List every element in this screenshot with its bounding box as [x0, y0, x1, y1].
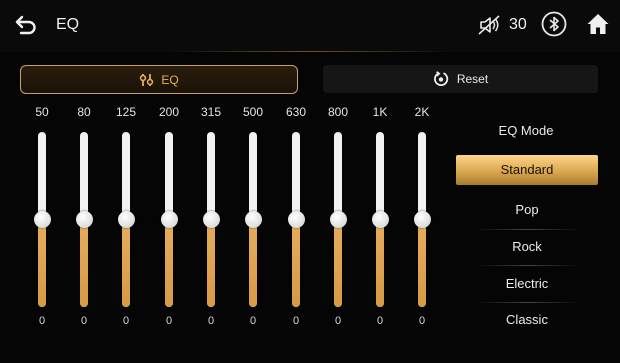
- reset-button[interactable]: Reset: [323, 65, 598, 93]
- slider-knob[interactable]: [288, 211, 305, 228]
- reset-icon: [433, 71, 448, 86]
- volume-value: 30: [509, 16, 527, 33]
- band-frequency-label: 200: [158, 105, 180, 119]
- band-gain-value: 0: [334, 315, 342, 327]
- band-slider[interactable]: 1K 0: [365, 105, 395, 333]
- slider-fill: [165, 219, 173, 307]
- band-gain-value: 0: [38, 315, 46, 327]
- slider-fill: [334, 219, 342, 307]
- equalizer-icon: [140, 73, 154, 86]
- slider-knob[interactable]: [414, 211, 431, 228]
- slider-knob[interactable]: [372, 211, 389, 228]
- slider-knob[interactable]: [203, 211, 220, 228]
- band-slider[interactable]: 800 0: [323, 105, 353, 333]
- band-frequency-label: 630: [285, 105, 307, 119]
- volume-mute-icon[interactable]: [476, 13, 502, 37]
- eq-mode-option-pop[interactable]: Pop: [456, 195, 598, 225]
- slider-fill: [80, 219, 88, 307]
- slider-fill: [249, 219, 257, 307]
- eq-mode-title: EQ Mode: [498, 123, 554, 138]
- tab-eq[interactable]: EQ: [20, 65, 298, 94]
- band-frequency-label: 80: [77, 105, 91, 119]
- slider-knob[interactable]: [118, 211, 135, 228]
- band-slider[interactable]: 80 0: [69, 105, 99, 333]
- header-divider: [170, 51, 450, 52]
- mode-divider: [476, 265, 580, 266]
- band-gain-value: 0: [376, 315, 384, 327]
- top-bar: EQ 30: [0, 0, 620, 52]
- band-gain-value: 0: [207, 315, 215, 327]
- slider-fill: [418, 219, 426, 307]
- band-frequency-label: 2K: [414, 105, 430, 119]
- slider-knob[interactable]: [76, 211, 93, 228]
- slider-fill: [122, 219, 130, 307]
- home-icon[interactable]: [586, 12, 610, 36]
- slider-knob[interactable]: [34, 211, 51, 228]
- eq-mode-option-classic[interactable]: Classic: [456, 305, 598, 335]
- slider-knob[interactable]: [330, 211, 347, 228]
- band-gain-value: 0: [165, 315, 173, 327]
- band-gain-value: 0: [122, 315, 130, 327]
- band-frequency-label: 1K: [372, 105, 388, 119]
- band-gain-value: 0: [418, 315, 426, 327]
- band-slider[interactable]: 315 0: [196, 105, 226, 333]
- band-frequency-label: 800: [327, 105, 349, 119]
- reset-label: Reset: [456, 72, 489, 86]
- band-frequency-label: 500: [242, 105, 264, 119]
- eq-mode-option-rock[interactable]: Rock: [456, 232, 598, 262]
- band-frequency-label: 50: [35, 105, 49, 119]
- tab-eq-label: EQ: [161, 72, 179, 87]
- band-slider[interactable]: 125 0: [111, 105, 141, 333]
- band-slider[interactable]: 500 0: [238, 105, 268, 333]
- back-arrow-icon[interactable]: [14, 14, 38, 36]
- slider-fill: [376, 219, 384, 307]
- band-slider[interactable]: 2K 0: [407, 105, 437, 333]
- slider-fill: [292, 219, 300, 307]
- band-frequency-label: 315: [200, 105, 222, 119]
- eq-mode-option-standard[interactable]: Standard: [456, 155, 598, 185]
- slider-knob[interactable]: [245, 211, 262, 228]
- band-slider[interactable]: 50 0: [27, 105, 57, 333]
- page-title: EQ: [56, 16, 80, 33]
- mode-divider: [476, 302, 580, 303]
- band-gain-value: 0: [249, 315, 257, 327]
- band-gain-value: 0: [292, 315, 300, 327]
- mode-divider: [476, 229, 580, 230]
- bluetooth-icon[interactable]: [541, 11, 567, 37]
- eq-mode-option-electric[interactable]: Electric: [456, 269, 598, 299]
- band-slider[interactable]: 630 0: [281, 105, 311, 333]
- band-frequency-label: 125: [115, 105, 137, 119]
- slider-knob[interactable]: [161, 211, 178, 228]
- slider-fill: [207, 219, 215, 307]
- band-slider[interactable]: 200 0: [154, 105, 184, 333]
- band-gain-value: 0: [80, 315, 88, 327]
- slider-fill: [38, 219, 46, 307]
